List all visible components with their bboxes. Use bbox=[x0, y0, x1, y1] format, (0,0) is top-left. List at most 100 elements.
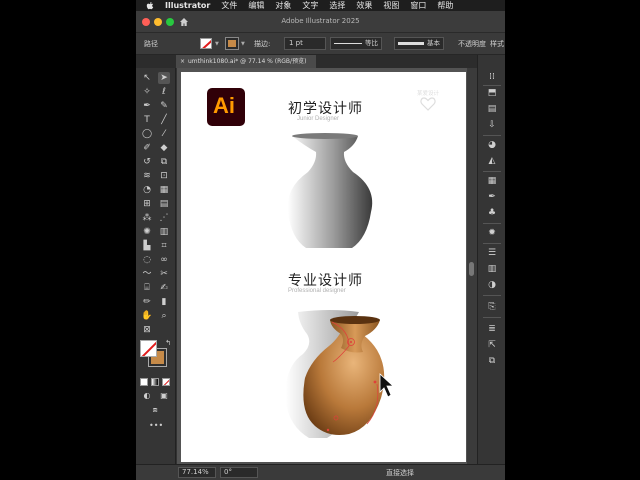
menu-effect[interactable]: 效果 bbox=[356, 0, 372, 11]
none-mode-icon[interactable] bbox=[162, 378, 170, 386]
fill-indicator[interactable] bbox=[140, 340, 157, 357]
zoom-level-field[interactable]: 77.14% bbox=[178, 467, 216, 478]
ellipse-tool-icon[interactable]: ◯ bbox=[141, 128, 153, 140]
assets-panel-icon[interactable]: ▤ bbox=[486, 103, 498, 115]
more-tools-icon[interactable]: ••• bbox=[149, 421, 163, 430]
rotate-tool-icon[interactable]: ↺ bbox=[141, 156, 153, 168]
scale-tool-icon[interactable]: ⧉ bbox=[158, 156, 170, 168]
apple-icon[interactable] bbox=[146, 1, 154, 10]
free-transform-tool-icon[interactable]: ⊡ bbox=[158, 170, 170, 182]
stroke-dropdown-caret-icon[interactable]: ▼ bbox=[241, 41, 245, 47]
menu-app-name[interactable]: Illustrator bbox=[165, 1, 210, 10]
dock-divider bbox=[483, 223, 501, 224]
shaper-tool-icon[interactable]: ✐ bbox=[141, 142, 153, 154]
lasso-tool-icon[interactable]: ℓ bbox=[158, 86, 170, 98]
profile-value: 等比 bbox=[365, 39, 378, 47]
asset-export-icon[interactable]: ⇩ bbox=[486, 119, 498, 131]
swatches-panel-icon[interactable]: ▦ bbox=[486, 175, 498, 187]
variable-width-profile-select[interactable]: 等比 bbox=[330, 37, 382, 50]
gradient-tool-icon[interactable]: ▤ bbox=[158, 198, 170, 210]
stroke-color-swatch[interactable] bbox=[225, 37, 239, 50]
menu-view[interactable]: 视图 bbox=[383, 0, 399, 11]
scissors-tool-icon[interactable]: 〜 bbox=[141, 268, 153, 280]
symbols-panel-icon[interactable]: ♣ bbox=[486, 207, 498, 219]
infinity-tool-icon[interactable]: ∞ bbox=[158, 254, 170, 266]
slice-tool-icon[interactable]: ◌ bbox=[141, 254, 153, 266]
fill-dropdown-caret-icon[interactable]: ▼ bbox=[215, 41, 219, 47]
color-panel-icon[interactable]: ◕ bbox=[486, 139, 498, 151]
eyedropper-tool-icon[interactable]: ⁂ bbox=[141, 212, 153, 224]
touch-type-tool-icon[interactable]: ✍ bbox=[158, 282, 170, 294]
menu-object[interactable]: 对象 bbox=[275, 0, 291, 11]
document-tab-label: umthink1080.ai* @ 77.14 % (RGB/预览) bbox=[188, 58, 307, 65]
menu-type[interactable]: 文字 bbox=[302, 0, 318, 11]
color-mode-icon[interactable] bbox=[140, 378, 148, 386]
dock-divider bbox=[483, 317, 501, 318]
pen-tool-icon[interactable]: ✒ bbox=[141, 100, 153, 112]
draw-mode-icon[interactable]: ◐ bbox=[141, 390, 153, 402]
gradient-mode-icon[interactable] bbox=[151, 378, 159, 386]
zoom-tool-icon[interactable]: ⌕ bbox=[158, 310, 170, 322]
hand-tool-icon[interactable]: ✋ bbox=[141, 310, 153, 322]
transparency-panel-icon[interactable]: ◑ bbox=[486, 279, 498, 291]
links-panel-icon[interactable]: ⧉ bbox=[486, 355, 498, 367]
close-tab-icon[interactable]: × bbox=[180, 55, 185, 68]
pencil-tool-icon[interactable]: ✏ bbox=[141, 296, 153, 308]
zoom-value: 77.14% bbox=[182, 468, 209, 476]
type-tool-icon[interactable]: T bbox=[141, 114, 153, 126]
scrollbar-thumb[interactable] bbox=[469, 262, 474, 276]
window-title: Adobe Illustrator 2025 bbox=[281, 17, 360, 25]
gradient-panel-icon[interactable]: ▥ bbox=[486, 263, 498, 275]
print-tiling-tool-icon[interactable]: ⊠ bbox=[141, 324, 153, 336]
bar-graph-tool-icon[interactable]: ▙ bbox=[141, 240, 153, 252]
artboard-tool-icon[interactable]: ⌗ bbox=[158, 240, 170, 252]
color-guide-icon[interactable]: ◭ bbox=[486, 155, 498, 167]
document-tab[interactable]: × umthink1080.ai* @ 77.14 % (RGB/预览) bbox=[176, 55, 316, 68]
direct-selection-tool-icon[interactable]: ➤ bbox=[158, 72, 170, 84]
brushes-panel-icon[interactable]: ✒ bbox=[486, 191, 498, 203]
selection-tool-icon[interactable]: ↖ bbox=[141, 72, 153, 84]
style-label[interactable]: 样式 bbox=[490, 39, 504, 49]
rotation-field[interactable]: 0° bbox=[220, 467, 258, 478]
line-tool-icon[interactable]: ╱ bbox=[158, 114, 170, 126]
layers-panel-icon[interactable]: ≣ bbox=[486, 323, 498, 335]
canvas-area[interactable]: Ai 某爱设计 初学设计师 Junior Designer 专业设计师 Prof… bbox=[177, 68, 467, 464]
properties-panel-icon[interactable]: ⁞⁞ bbox=[486, 71, 498, 83]
knife-tool-icon[interactable]: ✂ bbox=[158, 268, 170, 280]
eraser-tool-icon[interactable]: ◆ bbox=[158, 142, 170, 154]
perspective-grid-tool-icon[interactable]: ▦ bbox=[158, 184, 170, 196]
edit-toolbar-icon[interactable]: ▣ bbox=[158, 390, 170, 402]
chart-tool-icon[interactable]: ▮ bbox=[158, 296, 170, 308]
swap-fill-stroke-icon[interactable]: ↰ bbox=[162, 337, 174, 349]
stroke-width-field[interactable]: 1 pt bbox=[284, 37, 326, 50]
dock-divider bbox=[483, 135, 501, 136]
menu-help[interactable]: 帮助 bbox=[437, 0, 453, 11]
screen-mode-icon[interactable]: ⧈ bbox=[149, 404, 161, 416]
menu-select[interactable]: 选择 bbox=[329, 0, 345, 11]
blend-tool-icon[interactable]: ⋰ bbox=[158, 212, 170, 224]
warp-tool-icon[interactable]: ≋ bbox=[141, 170, 153, 182]
stroke-width-value: 1 pt bbox=[289, 39, 303, 47]
dock-divider bbox=[483, 171, 501, 172]
image-trace-icon[interactable]: ⎘ bbox=[486, 301, 498, 313]
artboards-panel-icon[interactable]: ⇱ bbox=[486, 339, 498, 351]
column-graph-tool-icon[interactable]: ▥ bbox=[158, 226, 170, 238]
paintbrush-tool-icon[interactable]: ⁄ bbox=[158, 128, 170, 140]
mesh-tool-icon[interactable]: ⊞ bbox=[141, 198, 153, 210]
stroke-panel-icon[interactable]: ☰ bbox=[486, 247, 498, 259]
appearance-panel-icon[interactable]: ✹ bbox=[486, 227, 498, 239]
canvas-vertical-scrollbar[interactable] bbox=[467, 68, 477, 464]
libraries-panel-icon[interactable]: ⬒ bbox=[486, 87, 498, 99]
symbol-sprayer-tool-icon[interactable]: ✺ bbox=[141, 226, 153, 238]
menu-edit[interactable]: 编辑 bbox=[248, 0, 264, 11]
menu-window[interactable]: 窗口 bbox=[410, 0, 426, 11]
shape-builder-tool-icon[interactable]: ◔ bbox=[141, 184, 153, 196]
brush-definition-select[interactable]: 基本 bbox=[394, 37, 444, 50]
curvature-tool-icon[interactable]: ✎ bbox=[158, 100, 170, 112]
magic-wand-tool-icon[interactable]: ✧ bbox=[141, 86, 153, 98]
opacity-label[interactable]: 不透明度 bbox=[458, 39, 486, 49]
crop-tool-icon[interactable]: ⌸ bbox=[141, 282, 153, 294]
menu-file[interactable]: 文件 bbox=[221, 0, 237, 11]
fill-color-swatch[interactable] bbox=[200, 38, 212, 49]
artboard[interactable]: Ai 某爱设计 初学设计师 Junior Designer 专业设计师 Prof… bbox=[181, 72, 466, 462]
